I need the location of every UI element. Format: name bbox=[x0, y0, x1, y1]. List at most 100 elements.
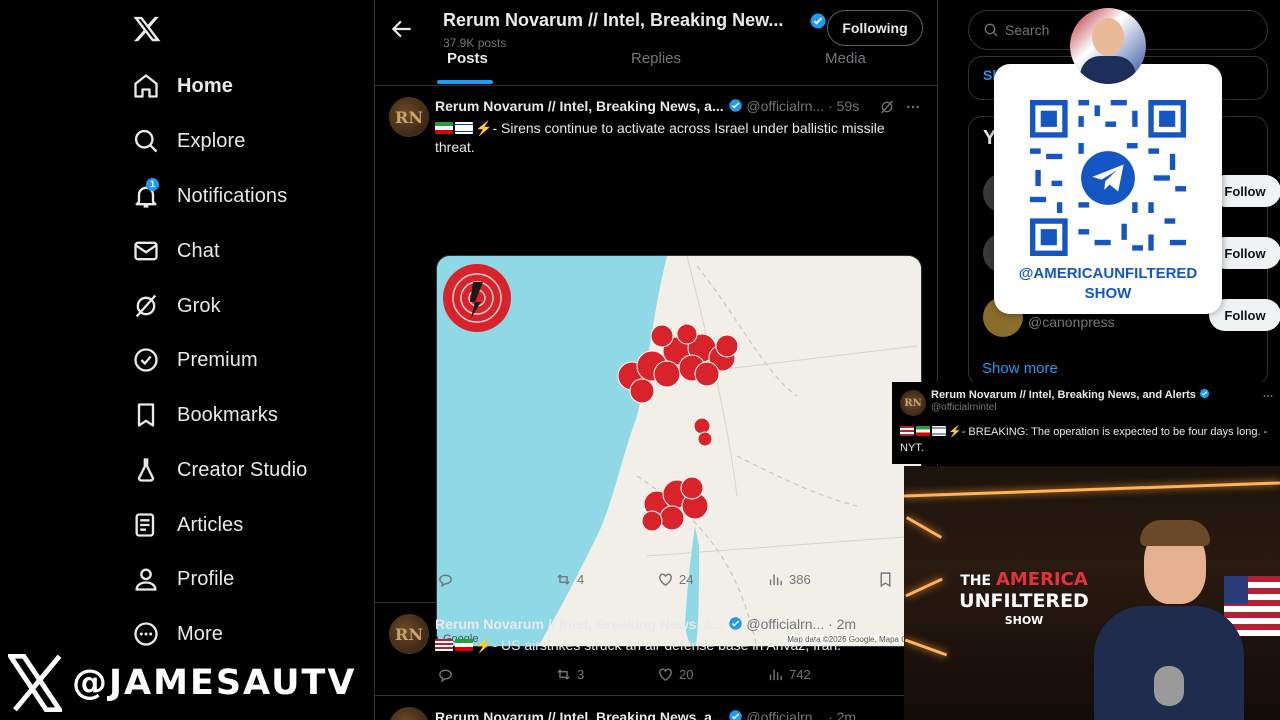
nav-item-premium[interactable]: Premium bbox=[132, 342, 258, 378]
tweet[interactable]: RN Rerum Novarum // Intel, Breaking News… bbox=[375, 604, 937, 696]
tweet-time[interactable]: · 2m bbox=[828, 709, 856, 720]
iran-flag-icon bbox=[916, 426, 930, 436]
like-count: 24 bbox=[679, 572, 694, 587]
brand-handle: @JAMESAUTV bbox=[72, 663, 357, 703]
studio-light bbox=[904, 638, 948, 657]
nav-item-articles[interactable]: Articles bbox=[132, 507, 243, 543]
heart-icon bbox=[659, 668, 672, 682]
more-options-icon[interactable] bbox=[905, 99, 921, 115]
nav-item-creator-studio[interactable]: Creator Studio bbox=[132, 452, 307, 488]
tab-replies[interactable]: Replies bbox=[631, 50, 681, 67]
qr-caption-line1: @AMERICAUNFILTERED bbox=[1018, 265, 1198, 282]
author-name[interactable]: Rerum Novarum // Intel, Breaking News, a… bbox=[435, 709, 724, 720]
repost-button[interactable]: 3 bbox=[555, 666, 584, 683]
tweet-time[interactable]: · 2m bbox=[828, 616, 856, 632]
author-name: Rerum Novarum // Intel, Breaking News, a… bbox=[931, 388, 1210, 401]
tweet-text: ⚡- Sirens continue to activate across Is… bbox=[435, 119, 905, 157]
israel-flag-icon bbox=[932, 426, 946, 436]
embedded-tweet-overlay: RN Rerum Novarum // Intel, Breaking News… bbox=[892, 382, 1280, 464]
back-arrow-icon[interactable] bbox=[389, 16, 415, 42]
views-icon bbox=[769, 574, 782, 586]
nav-item-explore[interactable]: Explore bbox=[132, 123, 246, 159]
siren-icon bbox=[443, 264, 511, 332]
bookmark-icon bbox=[137, 403, 155, 427]
studio-light bbox=[904, 481, 1280, 498]
verified-icon bbox=[810, 13, 826, 29]
nav-item-profile[interactable]: Profile bbox=[132, 561, 234, 597]
tweet[interactable]: RN Rerum Novarum // Intel, Breaking News… bbox=[375, 697, 937, 720]
post-count: 37.9K posts bbox=[443, 36, 507, 50]
reply-button[interactable] bbox=[437, 666, 459, 683]
view-count: 386 bbox=[789, 572, 811, 587]
us-flag-icon bbox=[435, 639, 453, 651]
active-tab-indicator bbox=[437, 80, 493, 84]
author-name[interactable]: Rerum Novarum // Intel, Breaking News, a… bbox=[435, 616, 724, 632]
following-button[interactable]: Following bbox=[827, 10, 923, 46]
nav-label: Creator Studio bbox=[177, 458, 308, 481]
host-head bbox=[1092, 18, 1124, 56]
search-icon bbox=[134, 129, 158, 153]
nav-item-notifications[interactable]: 1 Notifications bbox=[132, 178, 287, 214]
tab-media[interactable]: Media bbox=[825, 50, 866, 67]
author-name[interactable]: Rerum Novarum // Intel, Breaking News, a… bbox=[435, 98, 724, 114]
like-button[interactable]: 24 bbox=[657, 571, 693, 588]
bookmark-icon bbox=[880, 572, 891, 588]
avatar[interactable]: RN bbox=[389, 707, 429, 720]
repost-button[interactable]: 4 bbox=[555, 571, 584, 588]
author-handle[interactable]: @officialrn... bbox=[746, 616, 824, 632]
repost-icon bbox=[557, 669, 570, 680]
tweet-text: ⚡- US airstrikes struck an air defense b… bbox=[435, 636, 905, 655]
avatar: RN bbox=[900, 390, 926, 416]
nav-item-chat[interactable]: Chat bbox=[132, 233, 220, 269]
us-flag-icon bbox=[900, 426, 914, 436]
grok-icon[interactable] bbox=[879, 99, 895, 115]
person-icon bbox=[135, 568, 157, 591]
nav-label: Profile bbox=[177, 567, 235, 590]
nav-label: Chat bbox=[177, 239, 220, 262]
qr-caption: @AMERICAUNFILTERED SHOW bbox=[994, 264, 1222, 304]
reply-button[interactable] bbox=[437, 571, 459, 588]
tweet-time[interactable]: · 59s bbox=[828, 98, 859, 114]
lightning-icon: ⚡ bbox=[475, 637, 493, 653]
show-more-link[interactable]: Show more bbox=[982, 360, 1058, 377]
suggestion-handle[interactable]: @canonpress bbox=[1028, 314, 1115, 330]
qr-code-icon bbox=[1030, 100, 1186, 256]
views-button[interactable]: 742 bbox=[767, 666, 811, 683]
search-icon bbox=[984, 23, 998, 37]
verified-icon bbox=[728, 99, 742, 112]
flask-icon bbox=[137, 458, 155, 482]
nav-item-home[interactable]: Home bbox=[132, 68, 233, 104]
tweet-header: Rerum Novarum // Intel, Breaking News, a… bbox=[435, 709, 856, 720]
x-logo-icon[interactable] bbox=[132, 14, 162, 44]
repost-count: 3 bbox=[577, 667, 585, 682]
article-icon bbox=[135, 513, 155, 537]
views-icon bbox=[769, 669, 782, 681]
author-handle[interactable]: @officialrn... bbox=[746, 709, 824, 720]
show-logo: THE AMERICA UNFILTERED SHOW bbox=[959, 569, 1089, 628]
bookmark-button[interactable] bbox=[877, 571, 899, 588]
more-options-icon bbox=[1263, 395, 1273, 397]
heart-icon bbox=[659, 573, 672, 587]
host-body bbox=[1080, 56, 1136, 84]
tweet-header: Rerum Novarum // Intel, Breaking News, a… bbox=[435, 616, 856, 632]
like-button[interactable]: 20 bbox=[657, 666, 693, 683]
avatar[interactable]: RN bbox=[389, 614, 429, 654]
tweet[interactable]: RN Rerum Novarum // Intel, Breaking News… bbox=[375, 87, 937, 647]
nav-item-bookmarks[interactable]: Bookmarks bbox=[132, 397, 278, 433]
webcam-feed: THE AMERICA UNFILTERED SHOW bbox=[904, 466, 1280, 720]
studio-light bbox=[905, 516, 943, 539]
nav-item-more[interactable]: More bbox=[132, 616, 223, 652]
author-handle[interactable]: @officialrn... bbox=[746, 98, 824, 114]
nav-item-grok[interactable]: Grok bbox=[132, 288, 221, 324]
views-button[interactable]: 386 bbox=[767, 571, 811, 588]
nav-label: Articles bbox=[177, 513, 244, 536]
verified-badge-icon bbox=[134, 348, 158, 372]
notification-badge: 1 bbox=[146, 178, 159, 191]
nav-label: Premium bbox=[177, 348, 258, 371]
qr-code-overlay: @AMERICAUNFILTERED SHOW bbox=[994, 64, 1222, 314]
left-sidebar: Home Explore 1 Notifications Chat Grok P… bbox=[0, 0, 374, 720]
x-brand-icon bbox=[8, 654, 62, 712]
tab-posts[interactable]: Posts bbox=[447, 50, 488, 67]
avatar[interactable]: RN bbox=[389, 97, 429, 137]
lightning-icon: ⚡ bbox=[948, 426, 962, 438]
